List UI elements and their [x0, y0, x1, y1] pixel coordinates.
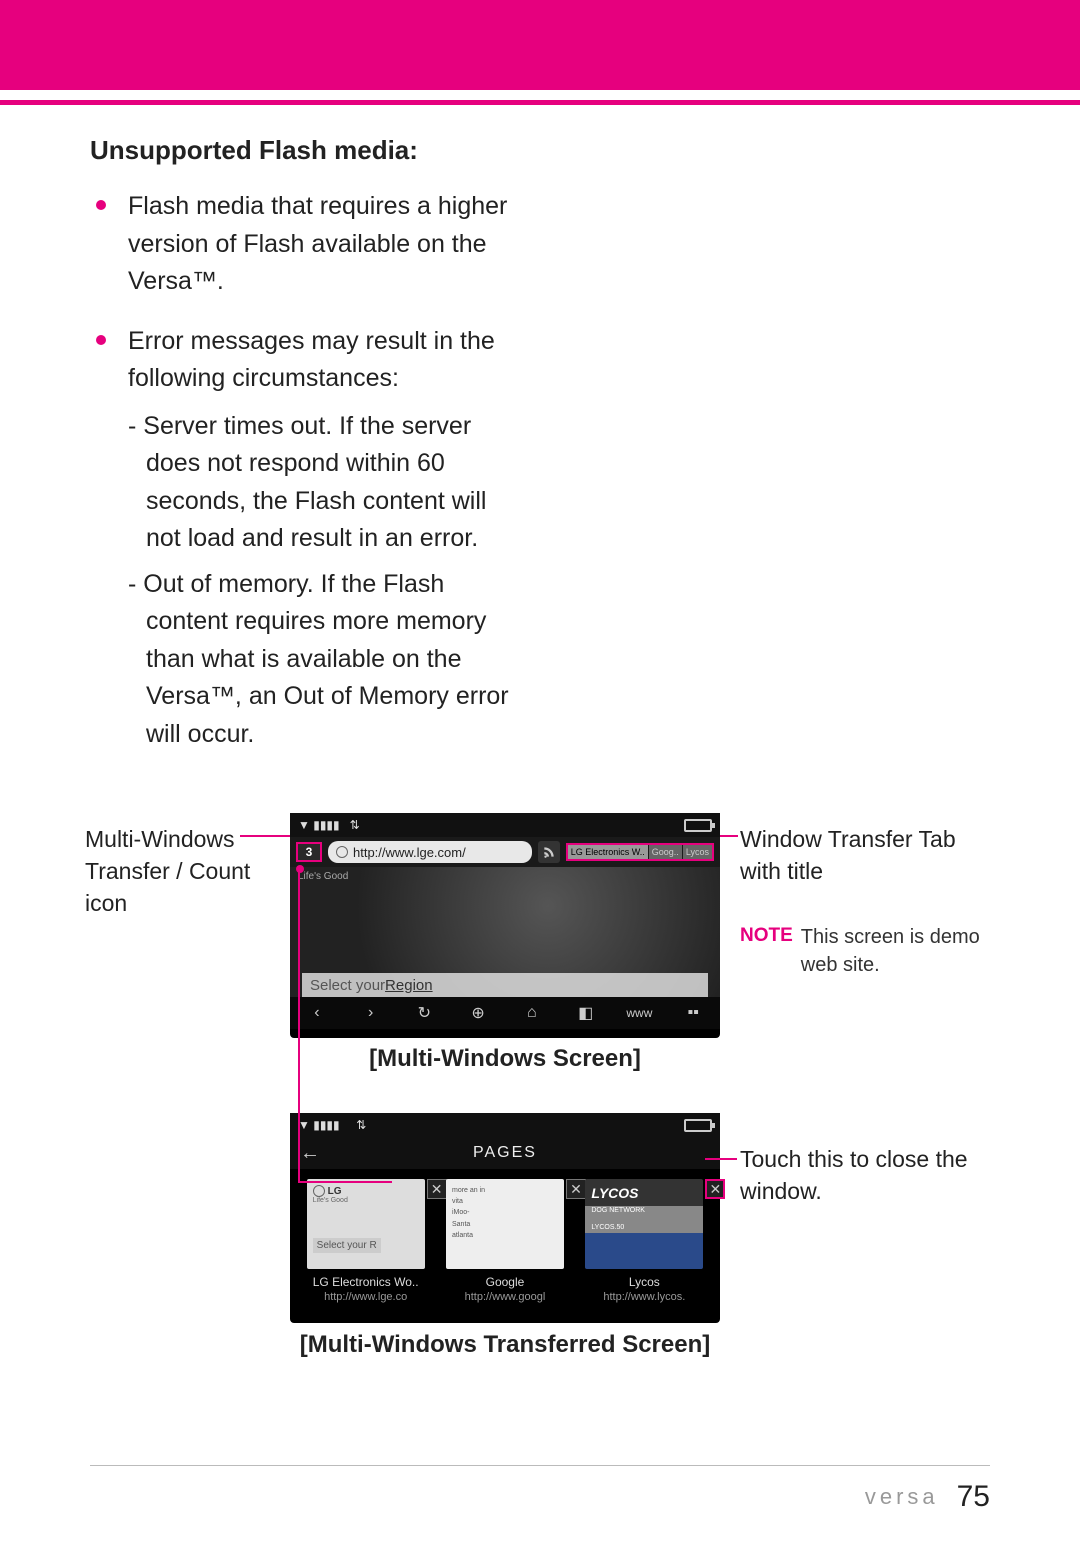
dash-item: - Server times out. If the server does n… [128, 408, 528, 558]
address-text: http://www.lge.com/ [353, 845, 466, 860]
device-screenshot-1: ▼ ▮▮▮▮ ⇅ 3 http://www.lge.com/ LG Electr… [290, 813, 720, 1038]
tagline: Life's Good [290, 867, 720, 886]
header-bar [0, 0, 1080, 90]
dash-list: - Server times out. If the server does n… [128, 408, 530, 754]
thumb-preview: LG Life's Good Select your R ✕ [307, 1179, 425, 1269]
zoom-icon[interactable]: ⊕ [462, 1003, 494, 1023]
page-thumbnails: LG Life's Good Select your R ✕ LG Electr… [290, 1169, 720, 1307]
browser-toolbar: ‹ › ↻ ⊕ ⌂ ◧ www ▪▪ [290, 997, 720, 1029]
pages-header: ← PAGES [290, 1137, 720, 1169]
dash-item: - Out of memory. If the Flash content re… [128, 566, 528, 754]
bookmark-icon[interactable]: ◧ [570, 1003, 602, 1023]
forward-icon[interactable]: › [355, 1004, 387, 1022]
browser-viewport: Life's Good Select your Region [290, 867, 720, 997]
thumb-url: http://www.lycos. [585, 1291, 703, 1303]
connector-line [705, 1158, 737, 1160]
address-bar[interactable]: http://www.lge.com/ [328, 841, 532, 863]
battery-icon [684, 1119, 712, 1132]
back-icon[interactable]: ‹ [301, 1004, 333, 1022]
figure-caption-1: [Multi-Windows Screen] [290, 1045, 720, 1073]
back-arrow-icon[interactable]: ← [300, 1142, 322, 1165]
status-bar: ▼ ▮▮▮▮ ⇅ [290, 1113, 720, 1137]
tab-chip[interactable]: Lycos [683, 845, 712, 859]
callout-window-tab: Window Transfer Tab with title [740, 823, 1000, 887]
thumb-url: http://www.googl [446, 1291, 564, 1303]
globe-icon [336, 846, 348, 858]
pages-title: PAGES [473, 1144, 537, 1162]
connector-line [298, 1181, 392, 1183]
close-icon[interactable]: ✕ [427, 1179, 447, 1199]
page-thumb[interactable]: LYCOS DOG NETWORK LYCOS.50 ✕ Lycos http:… [585, 1179, 703, 1303]
status-bar: ▼ ▮▮▮▮ ⇅ [290, 813, 720, 837]
thumb-preview: LYCOS DOG NETWORK LYCOS.50 ✕ [585, 1179, 703, 1269]
brand-logo: versa [865, 1484, 939, 1510]
close-icon[interactable]: ✕ [705, 1179, 725, 1199]
refresh-icon[interactable]: ↻ [408, 1003, 440, 1023]
page-number: 75 [957, 1480, 990, 1514]
bullet-item: Flash media that requires a higher versi… [90, 188, 530, 301]
menu-icon[interactable]: ▪▪ [677, 1004, 709, 1022]
thumb-preview: more an invitaiMoo-Santaatlanta ✕ [446, 1179, 564, 1269]
signal-icons: ▼ ▮▮▮▮ ⇅ [298, 1118, 366, 1132]
thumb-title: LG Electronics Wo.. [307, 1275, 425, 1291]
www-label[interactable]: www [623, 1006, 655, 1020]
page-footer: versa 75 [90, 1465, 990, 1514]
note-label: NOTE [740, 923, 793, 950]
window-tabs[interactable]: LG Electronics W.. Goog.. Lycos [566, 843, 714, 861]
figure-caption-2: [Multi-Windows Transferred Screen] [290, 1331, 720, 1359]
connector-dot [296, 865, 304, 873]
globe-icon [313, 1185, 325, 1197]
thumb-title: Lycos [585, 1275, 703, 1291]
page-thumb[interactable]: LG Life's Good Select your R ✕ LG Electr… [307, 1179, 425, 1303]
callout-multi-windows: Multi-Windows Transfer / Count icon [85, 823, 295, 920]
figures-area: Multi-Windows Transfer / Count icon Wind… [90, 813, 990, 1453]
multi-windows-count-icon[interactable]: 3 [296, 842, 322, 862]
bullet-list: Flash media that requires a higher versi… [90, 188, 990, 753]
signal-icons: ▼ ▮▮▮▮ ⇅ [298, 818, 360, 832]
tab-chip[interactable]: LG Electronics W.. [568, 845, 648, 859]
note-block: NOTE This screen is demo web site. [740, 923, 1020, 979]
bullet-text: Error messages may result in the followi… [128, 327, 495, 393]
rss-icon[interactable] [538, 841, 560, 863]
battery-icon [684, 819, 712, 832]
close-icon[interactable]: ✕ [566, 1179, 586, 1199]
device-screenshot-2: ▼ ▮▮▮▮ ⇅ ← PAGES LG Life's Good Select y… [290, 1113, 720, 1323]
callout-close-window: Touch this to close the window. [740, 1143, 1000, 1207]
page-thumb[interactable]: more an invitaiMoo-Santaatlanta ✕ Google… [446, 1179, 564, 1303]
region-selector[interactable]: Select your Region [302, 973, 708, 997]
bullet-text: Flash media that requires a higher versi… [128, 192, 507, 295]
section-title: Unsupported Flash media: [90, 135, 990, 166]
thumb-title: Google [446, 1275, 564, 1291]
bullet-item: Error messages may result in the followi… [90, 323, 530, 754]
tab-chip[interactable]: Goog.. [649, 845, 682, 859]
address-row: 3 http://www.lge.com/ LG Electronics W..… [290, 837, 720, 867]
page-content: Unsupported Flash media: Flash media tha… [0, 105, 1080, 1453]
connector-line [298, 869, 300, 1181]
note-text: This screen is demo web site. [801, 923, 1020, 979]
home-icon[interactable]: ⌂ [516, 1004, 548, 1022]
thumb-url: http://www.lge.co [307, 1291, 425, 1303]
connector-line [240, 835, 296, 837]
